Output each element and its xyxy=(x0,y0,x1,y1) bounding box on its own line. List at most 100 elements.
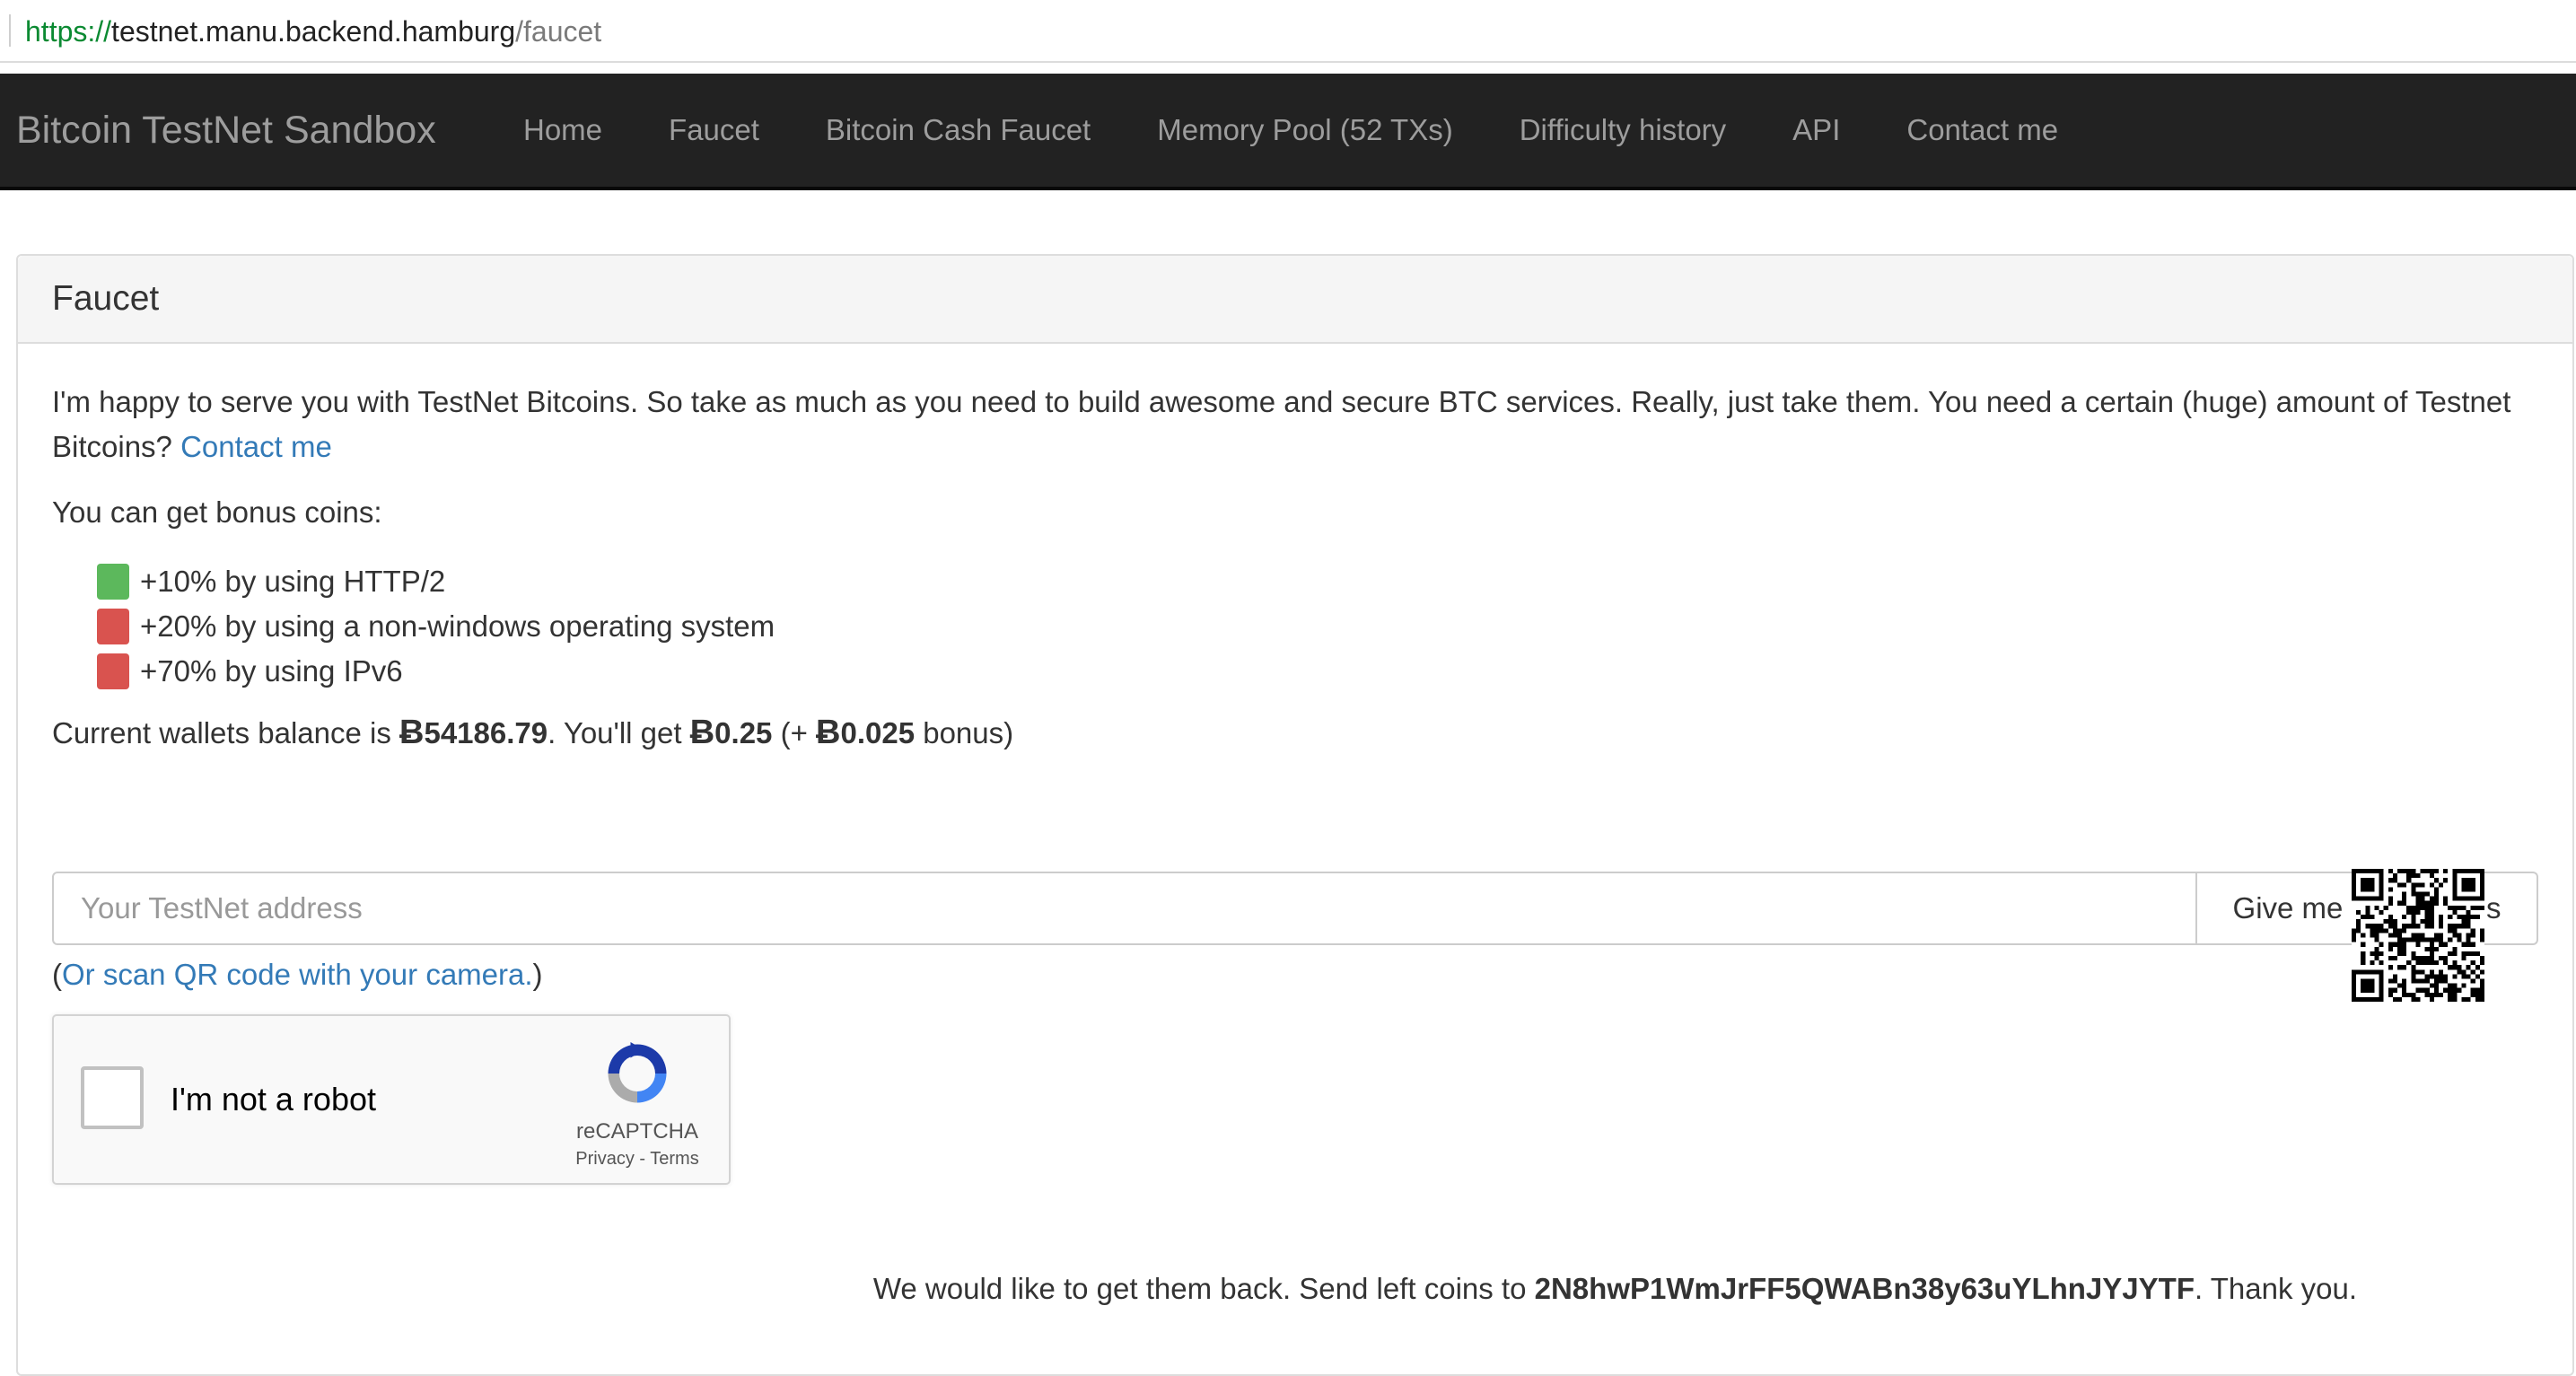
qr-module xyxy=(2370,951,2375,956)
url-text[interactable]: https://testnet.manu.backend.hamburg/fau… xyxy=(25,0,601,63)
bonus-item: +70% by using IPv6 xyxy=(97,649,775,694)
sendback-thanks: . Thank you. xyxy=(2194,1272,2357,1305)
scan-qr-link[interactable]: Or scan QR code with your camera. xyxy=(62,958,533,991)
qr-module xyxy=(2397,965,2403,970)
bonus-text: +20% by using a non-windows operating sy… xyxy=(140,609,775,643)
testnet-address-input[interactable] xyxy=(52,872,2197,945)
qr-module xyxy=(2361,960,2366,966)
qr-module xyxy=(2388,919,2393,925)
qr-module xyxy=(2420,969,2425,975)
nav-faucet[interactable]: Faucet xyxy=(635,74,793,187)
qr-module xyxy=(2415,909,2421,916)
nav-menu: Home Faucet Bitcoin Cash Faucet Memory P… xyxy=(490,74,2091,187)
nav-difficulty-history[interactable]: Difficulty history xyxy=(1486,74,1759,187)
qr-module xyxy=(2420,978,2425,984)
recaptcha-privacy-terms[interactable]: Privacy - Terms xyxy=(503,1147,772,1170)
qr-module xyxy=(2457,905,2462,910)
qr-module xyxy=(2470,951,2475,956)
qr-module xyxy=(2429,974,2434,979)
qr-module xyxy=(2438,992,2444,997)
status-square-icon xyxy=(97,609,129,644)
qr-module xyxy=(2433,992,2439,997)
qr-module xyxy=(2429,900,2434,906)
qr-module xyxy=(2466,951,2471,956)
qr-module xyxy=(2402,900,2407,906)
brand-link[interactable]: Bitcoin TestNet Sandbox xyxy=(16,74,436,187)
qr-module xyxy=(2402,915,2407,920)
qr-module xyxy=(2388,946,2393,951)
nav-memory-pool[interactable]: Memory Pool (52 TXs) xyxy=(1124,74,1485,187)
qr-module xyxy=(2397,933,2403,938)
qr-module xyxy=(2402,946,2407,951)
url-path: /faucet xyxy=(515,15,602,48)
qr-module xyxy=(2470,978,2475,984)
qr-module xyxy=(2448,905,2453,910)
qr-module xyxy=(2452,951,2458,956)
qr-module xyxy=(2397,946,2403,951)
qr-module xyxy=(2406,905,2412,910)
qr-module xyxy=(2370,960,2375,966)
qr-module xyxy=(2479,869,2484,901)
qr-module xyxy=(2392,919,2398,925)
qr-module xyxy=(2388,942,2393,947)
qr-module xyxy=(2457,937,2462,942)
qr-module xyxy=(2415,960,2421,966)
qr-module xyxy=(2448,987,2453,993)
qr-module xyxy=(2402,983,2407,988)
qr-module xyxy=(2479,983,2484,988)
qr-module xyxy=(2411,869,2416,874)
qr-module xyxy=(2406,960,2412,966)
qr-module xyxy=(2424,909,2430,916)
payout-amount: 0.25 xyxy=(714,716,773,749)
qr-module xyxy=(2433,987,2439,993)
qr-module xyxy=(2411,905,2416,910)
qr-module xyxy=(2433,960,2439,966)
qr-module xyxy=(2352,928,2357,933)
contact-me-link[interactable]: Contact me xyxy=(180,430,332,463)
qr-module xyxy=(2479,996,2484,1002)
bonus-list: +10% by using HTTP/2 +20% by using a non… xyxy=(97,559,775,694)
qr-module xyxy=(2411,909,2416,916)
nav-bitcoin-cash-faucet[interactable]: Bitcoin Cash Faucet xyxy=(793,74,1124,187)
qr-module xyxy=(2470,960,2475,966)
qr-module xyxy=(2424,992,2430,997)
qr-module xyxy=(2420,933,2425,938)
qr-module xyxy=(2466,924,2471,929)
qr-module xyxy=(2420,882,2425,888)
address-bar[interactable]: https://testnet.manu.backend.hamburg/fau… xyxy=(0,0,2576,63)
status-square-icon xyxy=(97,564,129,600)
qr-module xyxy=(2466,942,2471,947)
qr-module xyxy=(2429,955,2434,961)
nav-api[interactable]: API xyxy=(1759,74,1873,187)
nav-home[interactable]: Home xyxy=(490,74,635,187)
qr-module xyxy=(2429,937,2434,942)
qr-module xyxy=(2475,915,2480,920)
recaptcha-brand: reCAPTCHA xyxy=(575,1119,699,1144)
qr-module xyxy=(2438,937,2444,942)
qr-module xyxy=(2415,882,2421,888)
recaptcha-checkbox[interactable] xyxy=(81,1066,144,1129)
qr-module xyxy=(2475,905,2480,910)
qr-module xyxy=(2479,905,2484,910)
address-form: Give me some coins xyxy=(52,872,2538,945)
balance-prefix: Current wallets balance is xyxy=(52,716,400,749)
qr-module xyxy=(2420,987,2425,993)
bonus-item: +20% by using a non-windows operating sy… xyxy=(97,604,775,649)
bonus-title: You can get bonus coins: xyxy=(52,495,382,529)
qr-module xyxy=(2424,974,2430,979)
nav-contact-me[interactable]: Contact me xyxy=(1873,74,2091,187)
qr-module xyxy=(2433,887,2439,892)
qr-module xyxy=(2411,978,2416,984)
qr-module xyxy=(2438,915,2444,920)
qr-module xyxy=(2406,937,2412,942)
qr-module xyxy=(2438,924,2444,929)
qr-module xyxy=(2461,919,2466,925)
qr-module xyxy=(2415,937,2421,942)
qr-module xyxy=(2402,937,2407,942)
qr-module xyxy=(2415,905,2421,910)
qr-module xyxy=(2361,878,2375,892)
qr-module xyxy=(2448,996,2453,1002)
qr-module xyxy=(2466,919,2471,925)
qr-module xyxy=(2448,924,2453,929)
qr-module xyxy=(2420,900,2425,906)
